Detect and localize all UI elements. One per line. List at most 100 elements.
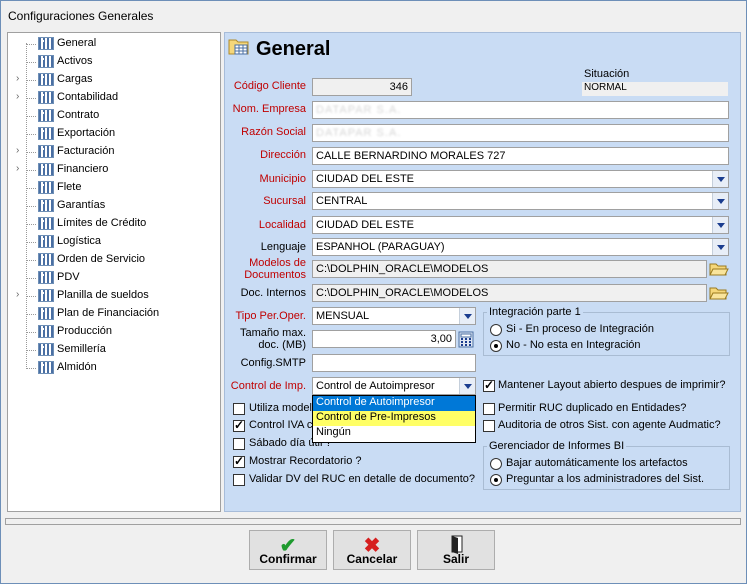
tree-connector bbox=[26, 350, 36, 351]
chevron-down-icon[interactable] bbox=[459, 308, 475, 324]
chevron-down-icon[interactable] bbox=[712, 217, 728, 233]
tree-connector bbox=[26, 152, 36, 153]
tree-item[interactable]: › Financiero bbox=[8, 161, 218, 179]
tree-item[interactable]: Logística bbox=[8, 233, 218, 251]
chevron-right-icon[interactable]: › bbox=[16, 91, 19, 102]
tree-item[interactable]: Semillería bbox=[8, 341, 218, 359]
integracion-no-radio[interactable] bbox=[490, 340, 502, 352]
tree-item[interactable]: › Contabilidad bbox=[8, 89, 218, 107]
config-smtp-field[interactable] bbox=[312, 354, 476, 372]
control-imp-select[interactable]: Control de Autoimpresor bbox=[312, 377, 476, 395]
chevron-down-icon[interactable] bbox=[712, 239, 728, 255]
recordatorio-checkbox[interactable] bbox=[233, 454, 245, 468]
chevron-down-icon[interactable] bbox=[712, 171, 728, 187]
config-tree[interactable]: General Activos › Cargas › Contabilidad Contra… bbox=[7, 32, 221, 512]
grid-icon bbox=[38, 91, 54, 104]
chevron-down-icon[interactable] bbox=[712, 193, 728, 209]
utiliza-modelo-checkbox[interactable] bbox=[233, 403, 245, 415]
municipio-select[interactable]: CIUDAD DEL ESTE bbox=[312, 170, 729, 188]
salir-button[interactable]: Salir bbox=[417, 530, 495, 570]
tamano-field[interactable]: 3,00 bbox=[312, 330, 456, 348]
tree-item[interactable]: Garantías bbox=[8, 197, 218, 215]
tree-item[interactable]: Almidón bbox=[8, 359, 218, 377]
permitir-ruc-label: Permitir RUC duplicado en Entidades? bbox=[498, 402, 687, 414]
auditoria-checkbox[interactable] bbox=[483, 420, 495, 432]
calculator-icon[interactable] bbox=[457, 331, 475, 348]
confirmar-label: Confirmar bbox=[259, 552, 317, 566]
tree-item[interactable]: Límites de Crédito bbox=[8, 215, 218, 233]
tree-connector bbox=[26, 98, 36, 99]
tree-item[interactable]: Producción bbox=[8, 323, 218, 341]
confirmar-button[interactable]: ✔ Confirmar bbox=[249, 530, 327, 570]
grid-icon bbox=[38, 343, 54, 356]
tree-item-label: Activos bbox=[57, 55, 93, 67]
tree-connector bbox=[26, 206, 36, 207]
tipo-per-value: MENSUAL bbox=[316, 310, 370, 322]
sucursal-select[interactable]: CENTRAL bbox=[312, 192, 729, 210]
localidad-label: Localidad bbox=[258, 219, 306, 231]
razon-social-label: Razón Social bbox=[241, 126, 306, 138]
tree-item-label: Flete bbox=[57, 181, 82, 193]
folder-open-icon[interactable] bbox=[709, 261, 729, 277]
tree-item-label: Semillería bbox=[57, 343, 106, 355]
chevron-right-icon[interactable]: › bbox=[16, 289, 19, 300]
control-imp-dropdown-list[interactable]: Control de Autoimpresor Control de Pre-I… bbox=[312, 395, 476, 443]
tree-connector bbox=[26, 134, 36, 135]
municipio-value: CIUDAD DEL ESTE bbox=[316, 173, 415, 185]
tree-item[interactable]: Activos bbox=[8, 53, 218, 71]
sucursal-value: CENTRAL bbox=[316, 195, 368, 207]
tipo-per-select[interactable]: MENSUAL bbox=[312, 307, 476, 325]
permitir-ruc-checkbox[interactable] bbox=[483, 403, 495, 415]
dropdown-option[interactable]: Control de Pre-Impresos bbox=[313, 411, 475, 426]
modelos-field[interactable]: C:\DOLPHIN_ORACLE\MODELOS bbox=[312, 260, 707, 278]
folder-open-icon[interactable] bbox=[709, 285, 729, 301]
tree-item[interactable]: › Planilla de sueldos bbox=[8, 287, 218, 305]
sucursal-label: Sucursal bbox=[263, 195, 306, 207]
tree-item-label: Plan de Financiación bbox=[57, 307, 160, 319]
tree-item[interactable]: Exportación bbox=[8, 125, 218, 143]
dropdown-option[interactable]: Control de Autoimpresor bbox=[313, 396, 475, 411]
mantener-layout-checkbox[interactable] bbox=[483, 378, 495, 392]
chevron-down-icon[interactable] bbox=[459, 378, 475, 394]
integracion-si-radio[interactable] bbox=[490, 324, 502, 336]
chevron-right-icon[interactable]: › bbox=[16, 145, 19, 156]
sabado-checkbox[interactable] bbox=[233, 438, 245, 450]
tree-item[interactable]: General bbox=[8, 35, 218, 53]
grid-icon bbox=[38, 163, 54, 176]
tree-item[interactable]: Plan de Financiación bbox=[8, 305, 218, 323]
dropdown-option[interactable]: Ningún bbox=[313, 426, 475, 441]
grid-icon bbox=[38, 145, 54, 158]
grid-icon bbox=[38, 127, 54, 140]
tree-item[interactable]: Contrato bbox=[8, 107, 218, 125]
tree-item[interactable]: Flete bbox=[8, 179, 218, 197]
lenguaje-select[interactable]: ESPANHOL (PARAGUAY) bbox=[312, 238, 729, 256]
tree-item-label: Exportación bbox=[57, 127, 116, 139]
tree-connector bbox=[26, 332, 36, 333]
grid-icon bbox=[38, 289, 54, 302]
grid-icon bbox=[38, 73, 54, 86]
chevron-right-icon[interactable]: › bbox=[16, 73, 19, 84]
grid-icon bbox=[38, 37, 54, 50]
localidad-select[interactable]: CIUDAD DEL ESTE bbox=[312, 216, 729, 234]
validar-dv-checkbox[interactable] bbox=[233, 474, 245, 486]
tree-connector bbox=[26, 242, 36, 243]
tree-item[interactable]: Orden de Servicio bbox=[8, 251, 218, 269]
preguntar-radio[interactable] bbox=[490, 474, 502, 486]
bajar-radio[interactable] bbox=[490, 458, 502, 470]
codigo-cliente-label: Código Cliente bbox=[233, 80, 306, 92]
modelos-label-1: Modelos de bbox=[249, 257, 306, 269]
codigo-cliente-field[interactable]: 346 bbox=[312, 78, 412, 96]
tree-item[interactable]: › Cargas bbox=[8, 71, 218, 89]
tamano-label-2: doc. (MB) bbox=[258, 339, 306, 351]
tree-connector bbox=[26, 368, 36, 369]
cancelar-button[interactable]: ✖ Cancelar bbox=[333, 530, 411, 570]
nom-empresa-field[interactable]: DATAPAR S.A. bbox=[312, 101, 729, 119]
grid-icon bbox=[38, 109, 54, 122]
razon-social-field[interactable]: DATAPAR S.A. bbox=[312, 124, 729, 142]
tree-item[interactable]: PDV bbox=[8, 269, 218, 287]
doc-internos-field[interactable]: C:\DOLPHIN_ORACLE\MODELOS bbox=[312, 284, 707, 302]
chevron-right-icon[interactable]: › bbox=[16, 163, 19, 174]
control-iva-checkbox[interactable] bbox=[233, 418, 245, 432]
tree-item[interactable]: › Facturación bbox=[8, 143, 218, 161]
direccion-field[interactable]: CALLE BERNARDINO MORALES 727 bbox=[312, 147, 729, 165]
